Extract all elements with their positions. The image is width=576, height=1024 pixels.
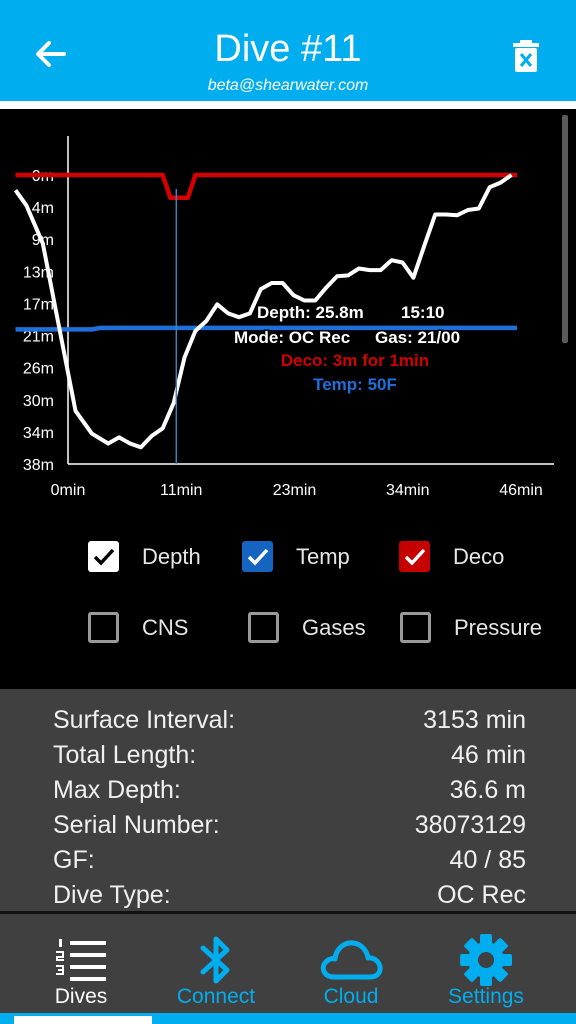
nav-icon-wrap <box>279 932 423 988</box>
stat-label: Serial Number: <box>53 811 220 839</box>
dive-profile-chart[interactable]: 0m4m9m13m17m21m26m30m34m38m0min 11min 23mi… <box>0 109 576 689</box>
nav-icon-wrap <box>9 932 153 988</box>
nav-label-connect: Connect <box>176 985 256 1008</box>
y-tick-label: 17m <box>23 296 54 313</box>
nav-dives[interactable]: Dives <box>9 914 153 1017</box>
nav-cloud[interactable]: Cloud <box>279 914 423 1017</box>
stat-row-serial-number: Serial Number: 38073129 <box>0 811 576 846</box>
stat-value: 40 / 85 <box>449 846 526 874</box>
y-tick-label: 38m <box>23 457 54 474</box>
chart-toggle-row-1: Depth Temp Deco <box>0 541 576 581</box>
y-tick-label: 30m <box>23 393 54 410</box>
page-title: Dive #11 <box>214 28 362 70</box>
depth-checkbox-label: Depth <box>142 544 201 569</box>
x-tick-label: 34min <box>386 482 430 499</box>
dive-list-icon <box>56 939 106 981</box>
stat-row-gf: GF: 40 / 85 <box>0 846 576 881</box>
stat-row-total-length: Total Length: 46 min <box>0 741 576 776</box>
cns-checkbox-label: CNS <box>142 615 189 640</box>
nav-icon-wrap <box>144 932 288 988</box>
stat-value: 36.6 m <box>449 776 526 804</box>
checkmark-icon <box>247 548 268 566</box>
bottom-navigation: Dives Connect Cloud Settings <box>0 911 576 1024</box>
nav-label-settings: Settings <box>448 985 524 1008</box>
gases-checkbox[interactable] <box>248 612 279 643</box>
gases-checkbox-label: Gases <box>302 615 366 640</box>
cursor-time-text: 15:10 <box>401 303 444 322</box>
y-tick-label: 4m <box>32 200 54 217</box>
x-tick-label: 0min <box>51 482 86 499</box>
stat-label: GF: <box>53 846 95 874</box>
cursor-depth-text: Depth: 25.8m <box>257 303 364 322</box>
header-divider <box>0 101 576 109</box>
stat-value: OC Rec <box>437 881 526 909</box>
stat-label: Max Depth: <box>53 776 181 804</box>
account-email: beta@shearwater.com <box>207 77 369 94</box>
cursor-temp-text: Temp: 50F <box>313 375 397 394</box>
x-tick-label: 23min <box>273 482 317 499</box>
deco-checkbox-label: Deco <box>453 544 505 569</box>
pressure-checkbox[interactable] <box>400 612 431 643</box>
stat-row-surface-interval: Surface Interval: 3153 min <box>0 706 576 741</box>
chart-toggle-row-2: CNS Gases Pressure <box>0 612 576 652</box>
nav-label-cloud: Cloud <box>323 985 379 1008</box>
cursor-gas-text: Gas: 21/00 <box>375 328 460 347</box>
nav-label-dives: Dives <box>54 985 108 1008</box>
stat-label: Surface Interval: <box>53 706 236 734</box>
y-tick-label: 26m <box>23 361 54 378</box>
stat-row-max-depth: Max Depth: 36.6 m <box>0 776 576 811</box>
checkmark-icon <box>404 548 425 566</box>
cursor-deco-text: Deco: 3m for 1min <box>281 351 429 370</box>
cloud-icon <box>320 940 383 980</box>
dive-chart-panel[interactable]: 0m 4m 9m 13m 17m 21m 26m 30m 34m 38m 0min 11min 23mi… <box>0 109 576 689</box>
depth-checkbox[interactable] <box>88 541 119 572</box>
x-tick-label: 46min <box>499 482 543 499</box>
temp-checkbox-label: Temp <box>296 544 350 569</box>
checkmark-icon <box>93 548 114 566</box>
trash-icon <box>513 40 539 72</box>
stat-value: 38073129 <box>414 811 526 839</box>
nav-connect[interactable]: Connect <box>144 914 288 1017</box>
nav-icon-wrap <box>414 932 558 988</box>
nav-settings[interactable]: Settings <box>414 914 558 1017</box>
pressure-checkbox-label: Pressure <box>454 615 543 640</box>
cursor-mode-text: Mode: OC Rec <box>234 328 350 347</box>
delete-button[interactable] <box>506 36 546 76</box>
bluetooth-icon <box>200 936 230 984</box>
stat-value: 3153 min <box>423 706 526 734</box>
x-tick-label: 11min <box>160 482 202 499</box>
app-header: Dive #11 beta@shearwater.com <box>0 0 576 101</box>
stat-label: Dive Type: <box>53 881 171 909</box>
nav-active-indicator <box>14 1016 152 1024</box>
stat-value: 46 min <box>450 741 526 769</box>
temp-checkbox[interactable] <box>242 541 273 572</box>
cns-checkbox[interactable] <box>88 612 119 643</box>
deco-checkbox[interactable] <box>399 541 430 572</box>
deco-series-line <box>15 172 517 201</box>
dive-stats-panel: Surface Interval: 3153 min Total Length:… <box>0 689 576 911</box>
stat-label: Total Length: <box>53 741 197 769</box>
y-tick-label: 34m <box>23 425 54 442</box>
gear-icon <box>460 934 512 986</box>
